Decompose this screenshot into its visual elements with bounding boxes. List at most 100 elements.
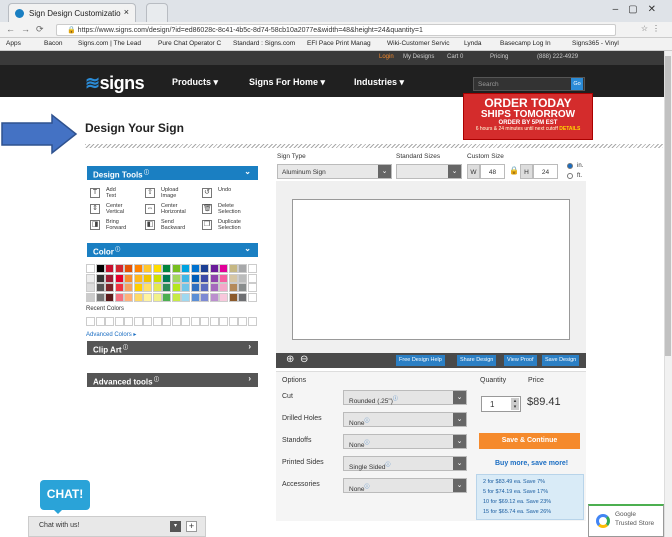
- recent-color-slot[interactable]: [124, 317, 133, 326]
- color-swatch[interactable]: [105, 264, 114, 273]
- bookmark-item[interactable]: Wiki-Customer Servic: [387, 40, 449, 47]
- window-controls[interactable]: ‒▢✕: [613, 4, 666, 15]
- recent-color-slot[interactable]: [238, 317, 247, 326]
- browser-tab-active[interactable]: Sign Design Customizatio ×: [8, 3, 136, 22]
- tool-label[interactable]: Center Horizontal: [161, 203, 186, 215]
- bookmark-item[interactable]: Lynda: [464, 40, 481, 47]
- recent-color-slot[interactable]: [162, 317, 171, 326]
- bring-forward-icon[interactable]: ◨: [90, 220, 100, 230]
- color-swatch[interactable]: [181, 292, 190, 302]
- color-swatch[interactable]: [162, 283, 171, 292]
- recent-color-slot[interactable]: [219, 317, 228, 326]
- color-swatch[interactable]: [209, 283, 219, 292]
- zoom-in-icon[interactable]: ⊕: [286, 354, 294, 365]
- advanced-tools-header[interactable]: Advanced tools ⓘ ›: [87, 373, 258, 387]
- color-swatch[interactable]: [228, 273, 238, 283]
- nav-signs-for-home[interactable]: Signs For Home ▾: [249, 77, 325, 88]
- browser-actions-icon[interactable]: ☆⋮: [641, 24, 664, 33]
- info-icon[interactable]: ⓘ: [365, 440, 370, 446]
- share-design-button[interactable]: Share Design: [457, 355, 497, 366]
- color-swatch[interactable]: [171, 264, 181, 273]
- color-swatch[interactable]: [124, 273, 133, 283]
- color-swatch[interactable]: [143, 292, 152, 302]
- center-horizontal-icon[interactable]: ⇔: [145, 204, 155, 214]
- info-icon[interactable]: ⓘ: [365, 484, 370, 490]
- option-select[interactable]: Noneⓘ ⌄: [343, 434, 467, 449]
- color-swatch[interactable]: [95, 264, 105, 273]
- save-continue-button[interactable]: Save & Continue: [479, 433, 580, 449]
- tool-label[interactable]: Send Backward: [161, 219, 185, 231]
- clip-art-header[interactable]: Clip Art ⓘ ›: [87, 341, 258, 355]
- recent-color-slot[interactable]: [152, 317, 162, 326]
- color-swatch[interactable]: [238, 273, 247, 283]
- color-swatch[interactable]: [162, 292, 171, 302]
- color-swatch[interactable]: [171, 273, 181, 283]
- recent-color-slot[interactable]: [209, 317, 219, 326]
- chat-expand-icon[interactable]: +: [186, 521, 197, 532]
- new-tab-button[interactable]: [146, 3, 168, 22]
- tool-label[interactable]: Duplicate Selection: [218, 219, 241, 231]
- color-swatch[interactable]: [209, 292, 219, 302]
- color-swatch[interactable]: [200, 292, 209, 302]
- color-swatch[interactable]: [219, 273, 228, 283]
- recent-color-slot[interactable]: [181, 317, 190, 326]
- tool-label[interactable]: Center Vertical: [106, 203, 124, 215]
- color-swatch[interactable]: [200, 273, 209, 283]
- color-swatch[interactable]: [86, 283, 95, 292]
- color-swatch[interactable]: [114, 292, 124, 302]
- google-trusted-store-badge[interactable]: Google Trusted Store: [588, 504, 664, 537]
- undo-icon[interactable]: ↺: [202, 188, 212, 198]
- free-design-help-button[interactable]: Free Design Help: [396, 355, 445, 366]
- nav-arrows-icon[interactable]: ←→⟳: [6, 24, 50, 35]
- tool-label[interactable]: Upload Image: [161, 187, 178, 199]
- width-input[interactable]: 48: [480, 164, 505, 179]
- tool-label[interactable]: Add Text: [106, 187, 116, 199]
- recent-color-slot[interactable]: [86, 317, 95, 326]
- chat-bubble[interactable]: CHAT!: [40, 480, 90, 510]
- color-swatch[interactable]: [86, 273, 95, 283]
- color-swatch[interactable]: [124, 292, 133, 302]
- recent-color-slot[interactable]: [200, 317, 209, 326]
- color-swatch[interactable]: [143, 283, 152, 292]
- color-swatch[interactable]: [228, 292, 238, 302]
- bookmark-item[interactable]: EFI Pace Print Manag: [307, 40, 371, 47]
- zoom-out-icon[interactable]: ⊖: [300, 354, 308, 365]
- color-swatch[interactable]: [228, 264, 238, 273]
- height-input[interactable]: 24: [533, 164, 558, 179]
- my-designs-link[interactable]: My Designs: [403, 54, 434, 60]
- order-today-banner[interactable]: ORDER TODAY SHIPS TOMORROW ORDER BY 5PM …: [463, 93, 593, 140]
- color-swatch[interactable]: [228, 283, 238, 292]
- color-swatch[interactable]: [200, 264, 209, 273]
- nav-products[interactable]: Products ▾: [172, 77, 218, 88]
- center-vertical-icon[interactable]: ⇕: [90, 204, 100, 214]
- color-swatch[interactable]: [143, 264, 152, 273]
- text-icon[interactable]: T: [90, 188, 100, 198]
- bookmark-item[interactable]: Signs365 - Vinyl: [572, 40, 619, 47]
- option-select[interactable]: Single Sidedⓘ ⌄: [343, 456, 467, 471]
- color-swatch[interactable]: [181, 283, 190, 292]
- color-swatch[interactable]: [105, 273, 114, 283]
- color-swatch[interactable]: [133, 273, 143, 283]
- color-swatch[interactable]: [219, 264, 228, 273]
- color-swatch[interactable]: [190, 283, 200, 292]
- design-canvas[interactable]: [292, 199, 570, 340]
- info-icon[interactable]: ⓘ: [386, 462, 391, 468]
- info-icon[interactable]: ⓘ: [365, 418, 370, 424]
- color-swatch[interactable]: [95, 283, 105, 292]
- bookmark-item[interactable]: Signs.com | The Lead: [78, 40, 141, 47]
- tool-label[interactable]: Delete Selection: [218, 203, 241, 215]
- color-swatch[interactable]: [219, 292, 228, 302]
- upload-icon[interactable]: ⇧: [145, 188, 155, 198]
- option-select[interactable]: Noneⓘ ⌄: [343, 478, 467, 493]
- color-swatch[interactable]: [247, 292, 257, 302]
- lock-aspect-icon[interactable]: 🔒: [509, 166, 519, 175]
- color-swatch[interactable]: [124, 283, 133, 292]
- design-tools-header[interactable]: Design Tools ⓘ ⌄: [87, 166, 258, 180]
- recent-color-slot[interactable]: [247, 317, 257, 326]
- chat-bar[interactable]: Chat with us! ▾ +: [28, 516, 206, 537]
- save-design-button[interactable]: Save Design: [542, 355, 580, 366]
- buy-more-link[interactable]: Buy more, save more!: [495, 460, 568, 467]
- quantity-stepper[interactable]: 1 ▴ ▾: [481, 396, 521, 412]
- color-swatch[interactable]: [247, 264, 257, 273]
- recent-color-slot[interactable]: [143, 317, 152, 326]
